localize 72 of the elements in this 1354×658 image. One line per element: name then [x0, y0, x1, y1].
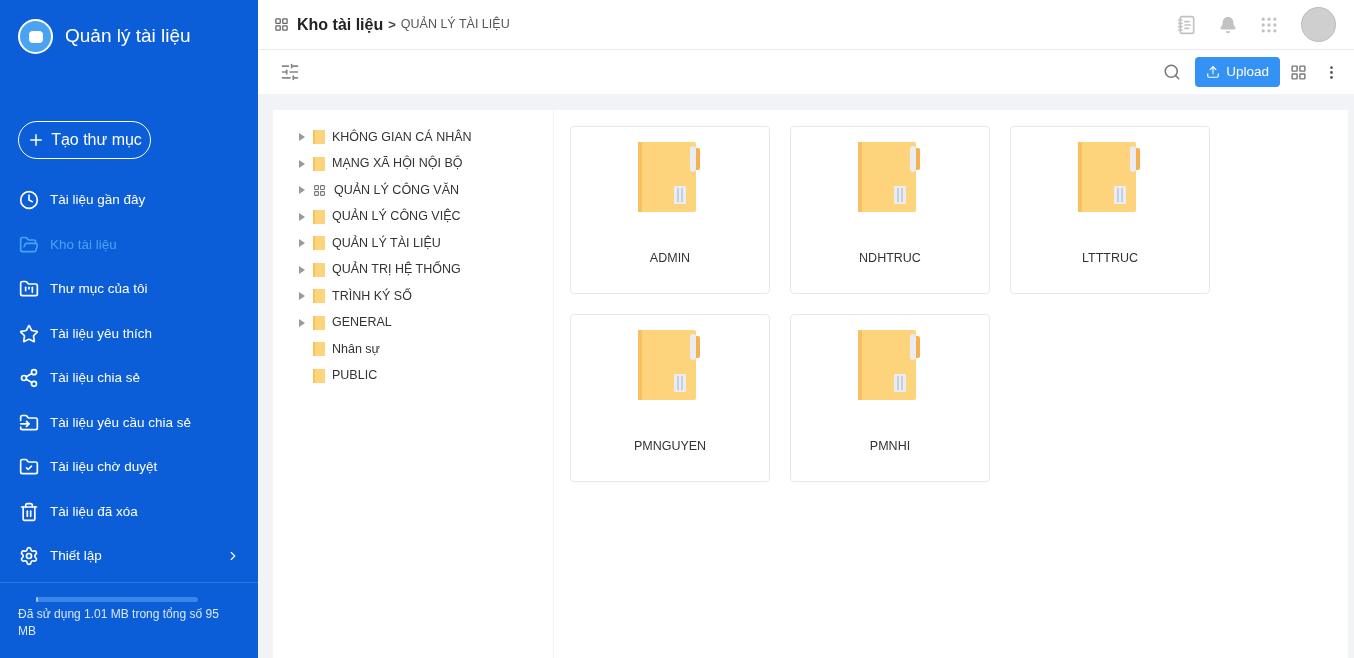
folder-name: NDHTRUC — [859, 250, 921, 267]
folder-icon — [313, 209, 325, 224]
tree-item[interactable]: Nhân sự — [299, 336, 553, 363]
upload-icon — [1206, 65, 1221, 79]
star-icon — [19, 323, 39, 344]
folder-card[interactable]: PMNHI — [790, 314, 990, 482]
grid-view-icon[interactable] — [1290, 63, 1307, 81]
tree-item[interactable]: QUẢN LÝ TÀI LIỆU — [299, 230, 553, 257]
caret-icon — [299, 133, 305, 142]
folder-card[interactable]: ADMIN — [570, 126, 770, 294]
tree-item[interactable]: MẠNG XÃ HỘI NỘI BỘ — [299, 150, 553, 177]
folder-icon — [313, 156, 325, 171]
folder-icon — [1078, 142, 1142, 214]
nav-item[interactable]: Tài liệu yêu thích — [0, 311, 258, 356]
folder-name: ADMIN — [649, 250, 691, 267]
folder-icon — [313, 289, 325, 304]
breadcrumb-current: QUẢN LÝ TÀI LIỆU — [400, 15, 510, 34]
filter-icon[interactable] — [280, 62, 300, 82]
nav-item[interactable]: Tài liệu chờ duyệt — [0, 445, 258, 490]
caret-icon — [299, 318, 305, 327]
nav-item[interactable]: Tài liệu yêu cầu chia sẻ — [0, 400, 258, 445]
folder-icon — [313, 368, 325, 383]
folder-icon — [858, 330, 922, 402]
folder-icon — [638, 330, 702, 402]
nav-item[interactable]: Tài liệu chia sẻ — [0, 356, 258, 401]
share-icon — [19, 368, 39, 389]
gear-icon — [19, 546, 39, 567]
nav-item[interactable]: Thư mục của tôi — [0, 267, 258, 312]
tree-item[interactable]: GENERAL — [299, 309, 553, 336]
logo-icon — [18, 19, 53, 54]
folder-icon — [313, 236, 325, 251]
trash-icon — [19, 501, 39, 522]
tree-item[interactable]: QUẢN LÝ CÔNG VIỆC — [299, 203, 553, 230]
avatar[interactable] — [1301, 7, 1336, 42]
folder-card[interactable]: LTTTRUC — [1010, 126, 1210, 294]
caret-icon — [299, 265, 305, 274]
folder-card[interactable]: PMNGUYEN — [570, 314, 770, 482]
folder-icon — [313, 130, 325, 145]
nav-item[interactable]: Tài liệu gần đây — [0, 178, 258, 223]
folder-icon — [858, 142, 922, 214]
check-folder-icon — [19, 457, 39, 478]
caret-icon — [299, 212, 305, 221]
open-folder-icon — [19, 234, 39, 255]
folder-icon — [638, 142, 702, 214]
folder-icon — [313, 315, 325, 330]
notepad-icon[interactable] — [1177, 14, 1197, 35]
folder-icon — [313, 262, 325, 277]
nav-item[interactable]: Tài liệu đã xóa — [0, 489, 258, 534]
tree-item[interactable]: QUẢN TRỊ HỆ THỐNG — [299, 256, 553, 283]
tree-item[interactable]: TRÌNH KÝ SỐ — [299, 283, 553, 310]
folder-card[interactable]: NDHTRUC — [790, 126, 990, 294]
search-icon[interactable] — [1163, 63, 1182, 81]
folder-name: PMNHI — [869, 438, 911, 455]
caret-icon — [299, 239, 305, 248]
folder-name: LTTTRUC — [1082, 250, 1138, 267]
folder-icon — [19, 412, 39, 433]
caret-icon — [299, 292, 305, 301]
breadcrumb-separator: > — [388, 15, 396, 34]
app-title: Quản lý tài liệu — [65, 24, 191, 49]
tree-item[interactable]: QUẢN LÝ CÔNG VĂN — [299, 177, 553, 204]
grid-icon — [274, 17, 289, 32]
bell-icon[interactable] — [1219, 15, 1237, 34]
breadcrumb-link[interactable]: Kho tài liệu — [297, 12, 384, 37]
storage-text: Đã sử dụng 1.01 MB trong tổng số 95 MB — [18, 606, 220, 640]
folder-name: PMNGUYEN — [633, 438, 707, 455]
caret-icon — [299, 186, 305, 195]
caret-icon — [299, 159, 305, 168]
grid-icon — [313, 183, 326, 197]
folder-icon — [313, 342, 325, 357]
tree-item[interactable]: KHÔNG GIAN CÁ NHÂN — [299, 124, 553, 151]
tree-item[interactable]: PUBLIC — [299, 362, 553, 389]
nav-item[interactable]: Thiết lập — [0, 534, 258, 579]
